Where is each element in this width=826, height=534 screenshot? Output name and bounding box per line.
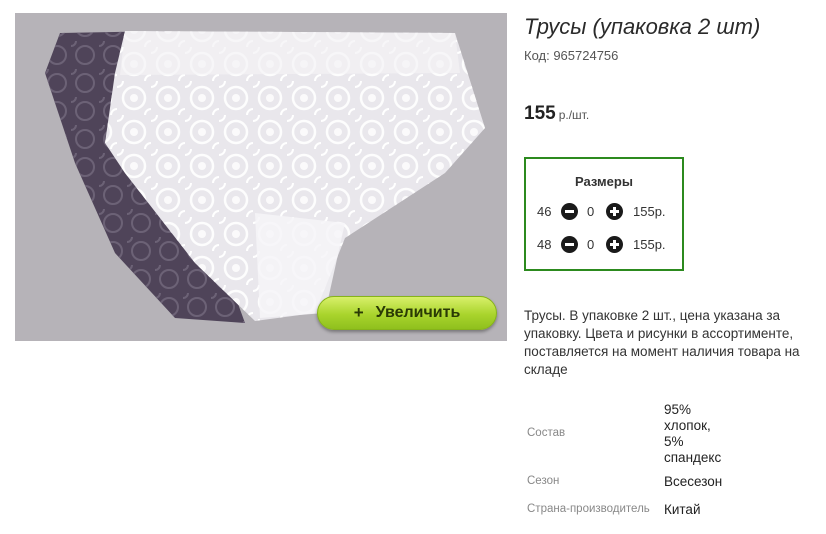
size-price: 155р. [633,204,666,219]
minus-circle-icon[interactable] [561,203,578,220]
plus-icon: + [353,303,364,322]
product-photo[interactable]: + Увеличить [15,13,507,341]
size-row: 48 0 155р. [526,236,682,254]
attr-value-season: Всесезон [664,474,723,489]
size-quantity: 0 [587,204,595,219]
zoom-button[interactable]: + Увеличить [317,296,497,330]
price-unit: р./шт. [558,108,590,122]
sizes-title: Размеры [575,174,633,189]
attr-value-composition: 95% хлопок, 5% спандекс [664,402,734,466]
attr-value-line: спандекс [664,450,722,465]
attr-value-line: хлопок, [664,418,711,433]
attr-value-line: 95% [664,402,692,417]
product-code: Код: 965724756 [524,48,619,63]
size-row: 46 0 155р. [526,203,682,221]
attr-value-line: 5% [664,434,684,449]
plus-circle-icon[interactable] [606,236,623,253]
attr-label-country: Страна-производитель [527,503,650,515]
attr-value-country: Китай [664,502,701,517]
product-price: 155 р./шт. [524,103,589,125]
size-label: 48 [537,237,552,252]
minus-circle-icon[interactable] [561,236,578,253]
price-value: 155 [524,103,556,124]
zoom-label: Увеличить [375,304,461,321]
size-label: 46 [537,204,552,219]
attr-label-season: Сезон [527,475,560,487]
product-title: Трусы (упаковка 2 шт) [524,14,761,39]
size-price: 155р. [633,237,666,252]
size-quantity: 0 [587,237,595,252]
sizes-box: Размеры 46 0 155р. 48 0 155р. [524,157,684,271]
product-description: Трусы. В упаковке 2 шт., цена указана за… [524,308,800,377]
product-image [45,31,485,323]
plus-circle-icon[interactable] [606,203,623,220]
attr-label-composition: Состав [527,427,566,439]
